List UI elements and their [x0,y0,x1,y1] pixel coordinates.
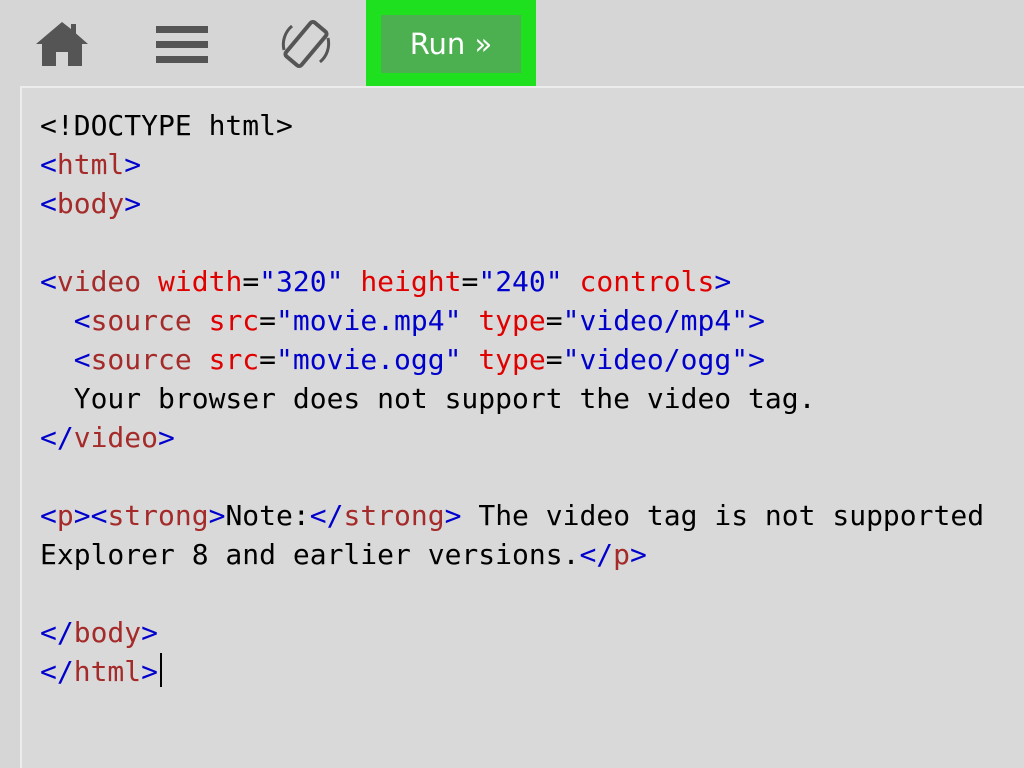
code-token-bracket: < [40,265,57,298]
code-token-text: = [259,304,277,337]
code-token-value: "320" [259,265,344,298]
code-line: </body> [40,613,984,652]
code-token-bracket: > [124,187,142,220]
code-token-bracket: > [141,655,159,688]
code-token-bracket: < [73,343,91,376]
code-token-attr: src [208,343,260,376]
code-token-bracket: >< [73,499,108,532]
code-token-tag: source [90,343,192,376]
code-token-value: "movie.ogg" [276,343,462,376]
text-cursor [160,653,163,687]
code-token-text: <!DOCTYPE html> [40,109,293,142]
rotate-screen-icon[interactable] [276,14,336,74]
code-token-attr: type [478,304,546,337]
code-token-bracket: < [40,499,57,532]
code-line: <!DOCTYPE html> [40,106,984,145]
code-token-attr: width [158,265,243,298]
code-line: Explorer 8 and earlier versions.</p> [40,535,984,574]
code-token-text: = [259,343,277,376]
code-token-tag: source [90,304,192,337]
code-token-bracket: < [40,187,57,220]
code-token-bracket: </ [309,499,344,532]
code-token-bracket: > [141,616,159,649]
code-token-value: "video/ogg" [562,343,749,376]
code-token-bracket: > [158,421,175,454]
code-token-bracket: </ [579,538,614,571]
code-token-bracket: < [40,148,57,181]
code-line: <body> [40,184,984,223]
code-token-text: Explorer 8 and earlier versions. [40,538,580,571]
code-token-bracket: </ [40,616,74,649]
code-token-text: = [461,265,479,298]
code-token-bracket: > [714,265,732,298]
code-token-bracket: > [748,343,765,376]
code-editor[interactable]: <!DOCTYPE html> <html> <body> <video width=… [20,86,1024,768]
code-token-value: "video/mp4" [562,304,749,337]
code-token-attr: height [360,265,462,298]
run-button[interactable]: Run » [381,15,521,73]
code-line: <source src="movie.mp4" type="video/mp4"… [40,301,984,340]
code-token-tag: p [613,538,631,571]
code-token-tag: body [73,616,142,649]
menu-icon[interactable] [152,14,212,74]
code-token-bracket: </ [40,655,74,688]
code-token-bracket: > [208,499,226,532]
code-token-bracket: </ [40,421,74,454]
code-token-tag: p [56,499,74,532]
code-token-attr: src [208,304,260,337]
home-icon[interactable] [32,14,92,74]
code-token-text: = [545,304,563,337]
code-token-bracket: > [630,538,647,571]
code-token-bracket: > [124,148,142,181]
code-token-bracket: > [444,499,462,532]
code-token-bracket: < [73,304,91,337]
code-token-text: The video tag is not supported [461,499,985,532]
code-token-tag: strong [107,499,209,532]
code-line: <html> [40,145,984,184]
code-token-bracket: > [748,304,765,337]
code-token-tag: video [56,265,142,298]
code-line: </video> [40,418,984,457]
code-content[interactable]: <!DOCTYPE html> <html> <body> <video width=… [40,106,984,691]
code-token-value: "movie.mp4" [276,304,462,337]
code-line: Your browser does not support the video … [40,379,984,418]
code-token-text: Your browser does not support the video … [40,382,816,415]
code-token-tag: strong [343,499,445,532]
toolbar: Run » [0,0,1024,88]
code-line: <p><strong>Note:</strong> The video tag … [40,496,984,535]
code-token-text: = [545,343,563,376]
code-token-tag: html [56,148,125,181]
code-token-tag: html [73,655,142,688]
code-token-text: = [242,265,260,298]
code-token-value: "240" [478,265,563,298]
code-line: <source src="movie.ogg" type="video/ogg"… [40,340,984,379]
code-token-attr: type [478,343,546,376]
code-token-tag: video [73,421,159,454]
code-token-attr: controls [579,265,715,298]
code-line: <video width="320" height="240" controls… [40,262,984,301]
code-token-tag: body [56,187,125,220]
code-token-text: Note: [225,499,310,532]
code-line: </html> [40,652,984,691]
